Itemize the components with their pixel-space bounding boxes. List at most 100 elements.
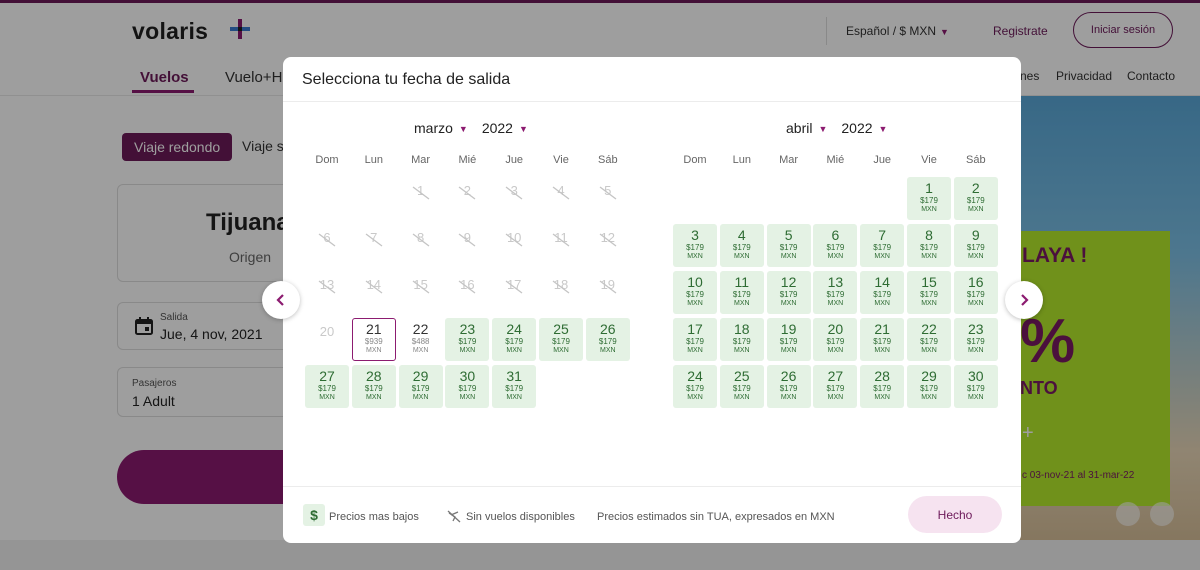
day-price: $179 (364, 384, 383, 393)
year-name[interactable]: 2022 (841, 120, 872, 136)
day-number: 18 (553, 277, 569, 292)
calendar-day[interactable]: 24 $179 MXN (673, 365, 717, 408)
month-name[interactable]: marzo (414, 120, 453, 136)
day-number: 28 (874, 368, 890, 384)
calendar-day: 8 (399, 224, 443, 267)
day-number: 9 (971, 227, 980, 243)
day-number: 4 (737, 227, 746, 243)
calendar-day[interactable]: 10 $179 MXN (673, 271, 717, 314)
day-number: 19 (780, 321, 797, 337)
day-number: 13 (827, 274, 844, 290)
day-number: 26 (780, 368, 797, 384)
calendar-day[interactable]: 9 $179 MXN (953, 224, 998, 267)
calendar-day[interactable]: 30 $179 MXN (953, 365, 998, 408)
calendar-day[interactable]: 7 $179 MXN (860, 224, 905, 267)
calendar-day[interactable]: 12 $179 MXN (766, 271, 811, 314)
calendar-day[interactable]: 3 $179 MXN (673, 224, 717, 267)
calendar-day[interactable]: 5 $179 MXN (766, 224, 811, 267)
month-name[interactable]: abril (786, 120, 812, 136)
calendar-day[interactable]: 8 $179 MXN (907, 224, 951, 267)
day-price: $179 (732, 243, 751, 252)
prev-month-button[interactable] (262, 281, 300, 319)
calendar-day[interactable]: 2 $179 MXN (953, 177, 998, 220)
day-number: 10 (506, 230, 522, 245)
day-price: $179 (966, 243, 985, 252)
weekday-header: Sáb (966, 154, 986, 166)
day-currency: MXN (874, 300, 890, 307)
calendar-day[interactable]: 16 $179 MXN (953, 271, 998, 314)
calendar-day[interactable]: 26 $179 MXN (766, 365, 811, 408)
weekday-header: Vie (921, 154, 937, 166)
legend-low-prices: Precios mas bajos (329, 511, 419, 523)
day-currency: MXN (687, 300, 703, 307)
calendar-day[interactable]: 11 $179 MXN (719, 271, 764, 314)
day-currency: MXN (968, 347, 984, 354)
day-currency: MXN (827, 394, 844, 401)
calendar-day[interactable]: 21 $939 MXN (351, 318, 396, 361)
calendar-day[interactable]: 27 $179 MXN (305, 365, 349, 408)
calendar-day[interactable]: 25 $179 MXN (539, 318, 583, 361)
month-selector-left[interactable]: marzo ▼ 2022 ▼ (414, 120, 542, 136)
weekday-header: Mié (458, 154, 477, 166)
calendar-day[interactable]: 6 $179 MXN (813, 224, 858, 267)
calendar-day[interactable]: 24 $179 MXN (492, 318, 537, 361)
day-number: 1 (925, 180, 933, 196)
calendar-day[interactable]: 18 $179 MXN (719, 318, 764, 361)
day-number: 30 (459, 368, 476, 384)
calendar-day[interactable]: 15 $179 MXN (907, 271, 951, 314)
day-currency: MXN (874, 394, 890, 401)
calendar-day[interactable]: 17 $179 MXN (673, 318, 717, 361)
calendar-day[interactable]: 31 $179 MXN (492, 365, 537, 408)
calendar-day: 13 (305, 271, 349, 314)
next-month-button[interactable] (1005, 281, 1043, 319)
day-number: 22 (412, 321, 429, 337)
day-number: 6 (831, 227, 840, 243)
day-price: $179 (732, 290, 751, 299)
calendar-day[interactable]: 28 $179 MXN (351, 365, 396, 408)
day-currency: MXN (319, 394, 335, 401)
day-price: $179 (458, 384, 477, 393)
done-button[interactable]: Hecho (908, 496, 1002, 533)
calendar-day[interactable]: 14 $179 MXN (860, 271, 905, 314)
day-number: 19 (600, 277, 616, 292)
calendar-day[interactable]: 20 $179 MXN (813, 318, 858, 361)
calendar-day[interactable]: 1 $179 MXN (907, 177, 951, 220)
day-price: $179 (826, 243, 845, 252)
day-currency: MXN (780, 300, 797, 307)
calendar-day[interactable]: 28 $179 MXN (860, 365, 905, 408)
day-number: 15 (413, 277, 428, 292)
calendar-day[interactable]: 29 $179 MXN (907, 365, 951, 408)
day-price: $179 (826, 290, 845, 299)
calendar-day[interactable]: 27 $179 MXN (813, 365, 858, 408)
calendar-day[interactable]: 25 $179 MXN (719, 365, 764, 408)
calendar-day[interactable]: 23 $179 MXN (445, 318, 490, 361)
day-price: $179 (873, 337, 892, 346)
day-price: $179 (966, 384, 985, 393)
calendar-day[interactable]: 30 $179 MXN (445, 365, 490, 408)
calendar-day: 7 (352, 224, 396, 267)
year-name[interactable]: 2022 (482, 120, 513, 136)
modal-title: Selecciona tu fecha de salida (302, 71, 511, 88)
calendar-day[interactable]: 22 $179 MXN (907, 318, 951, 361)
day-number: 17 (687, 321, 703, 337)
day-currency: MXN (506, 347, 522, 354)
calendar-day[interactable]: 21 $179 MXN (860, 318, 905, 361)
calendar-day[interactable]: 22 $488 MXN (399, 318, 443, 361)
day-price: $488 (411, 337, 430, 346)
weekday-header: Dom (315, 154, 339, 166)
calendar-day[interactable]: 23 $179 MXN (953, 318, 998, 361)
weekday-header: Jue (873, 154, 892, 166)
calendar-day[interactable]: 13 $179 MXN (813, 271, 858, 314)
day-number: 7 (370, 230, 378, 245)
calendar-day: 11 (539, 224, 583, 267)
day-currency: MXN (968, 253, 984, 260)
calendar-day[interactable]: 29 $179 MXN (398, 365, 443, 408)
day-number: 22 (921, 321, 937, 337)
legend-divider (283, 486, 1021, 487)
month-selector-right[interactable]: abril ▼ 2022 ▼ (786, 120, 901, 136)
day-price: $179 (732, 384, 751, 393)
calendar-day[interactable]: 26 $179 MXN (585, 318, 630, 361)
calendar-day[interactable]: 4 $179 MXN (719, 224, 764, 267)
weekday-header: Vie (553, 154, 569, 166)
calendar-day[interactable]: 19 $179 MXN (766, 318, 811, 361)
